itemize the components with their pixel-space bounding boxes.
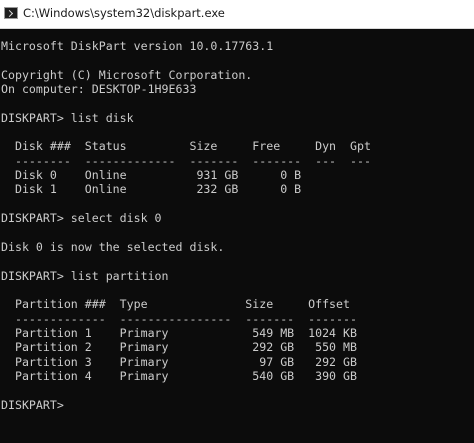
console-line: On computer: DESKTOP-1H9E633 (1, 82, 197, 97)
console-line: Partition 4 Primary 540 GB 390 GB (1, 368, 357, 383)
console-window: C:\Windows\system32\diskpart.exe Microso… (0, 0, 474, 443)
window-title: C:\Windows\system32\diskpart.exe (23, 6, 225, 20)
console-line: Partition ### Type Size Offset (1, 297, 351, 312)
console-line: DISKPART> select disk 0 (1, 211, 162, 226)
console-prompt[interactable]: DISKPART> (1, 398, 474, 412)
console-line: DISKPART> list disk (1, 110, 134, 125)
console-line: Disk 1 Online 232 GB 0 B (1, 182, 302, 197)
title-bar[interactable]: C:\Windows\system32\diskpart.exe (0, 0, 474, 29)
console-line: Partition 3 Primary 97 GB 292 GB (1, 354, 357, 369)
console-line: Disk 0 Online 931 GB 0 B (1, 168, 302, 183)
console-line: DISKPART> list partition (1, 268, 169, 283)
console-line: ------------- ---------------- ------- -… (1, 311, 357, 326)
console-output[interactable]: Microsoft DiskPart version 10.0.17763.1 … (0, 29, 474, 443)
console-icon (4, 7, 18, 19)
console-line: Disk ### Status Size Free Dyn Gpt (1, 139, 371, 154)
console-line: Partition 1 Primary 549 MB 1024 KB (1, 325, 357, 340)
console-line: Partition 2 Primary 292 GB 550 MB (1, 340, 357, 355)
console-line: Microsoft DiskPart version 10.0.17763.1 (1, 39, 274, 53)
console-line: Disk 0 is now the selected disk. (1, 239, 225, 254)
console-line: -------- ------------- ------- ------- -… (1, 153, 371, 168)
console-line: Copyright (C) Microsoft Corporation. (1, 67, 253, 82)
